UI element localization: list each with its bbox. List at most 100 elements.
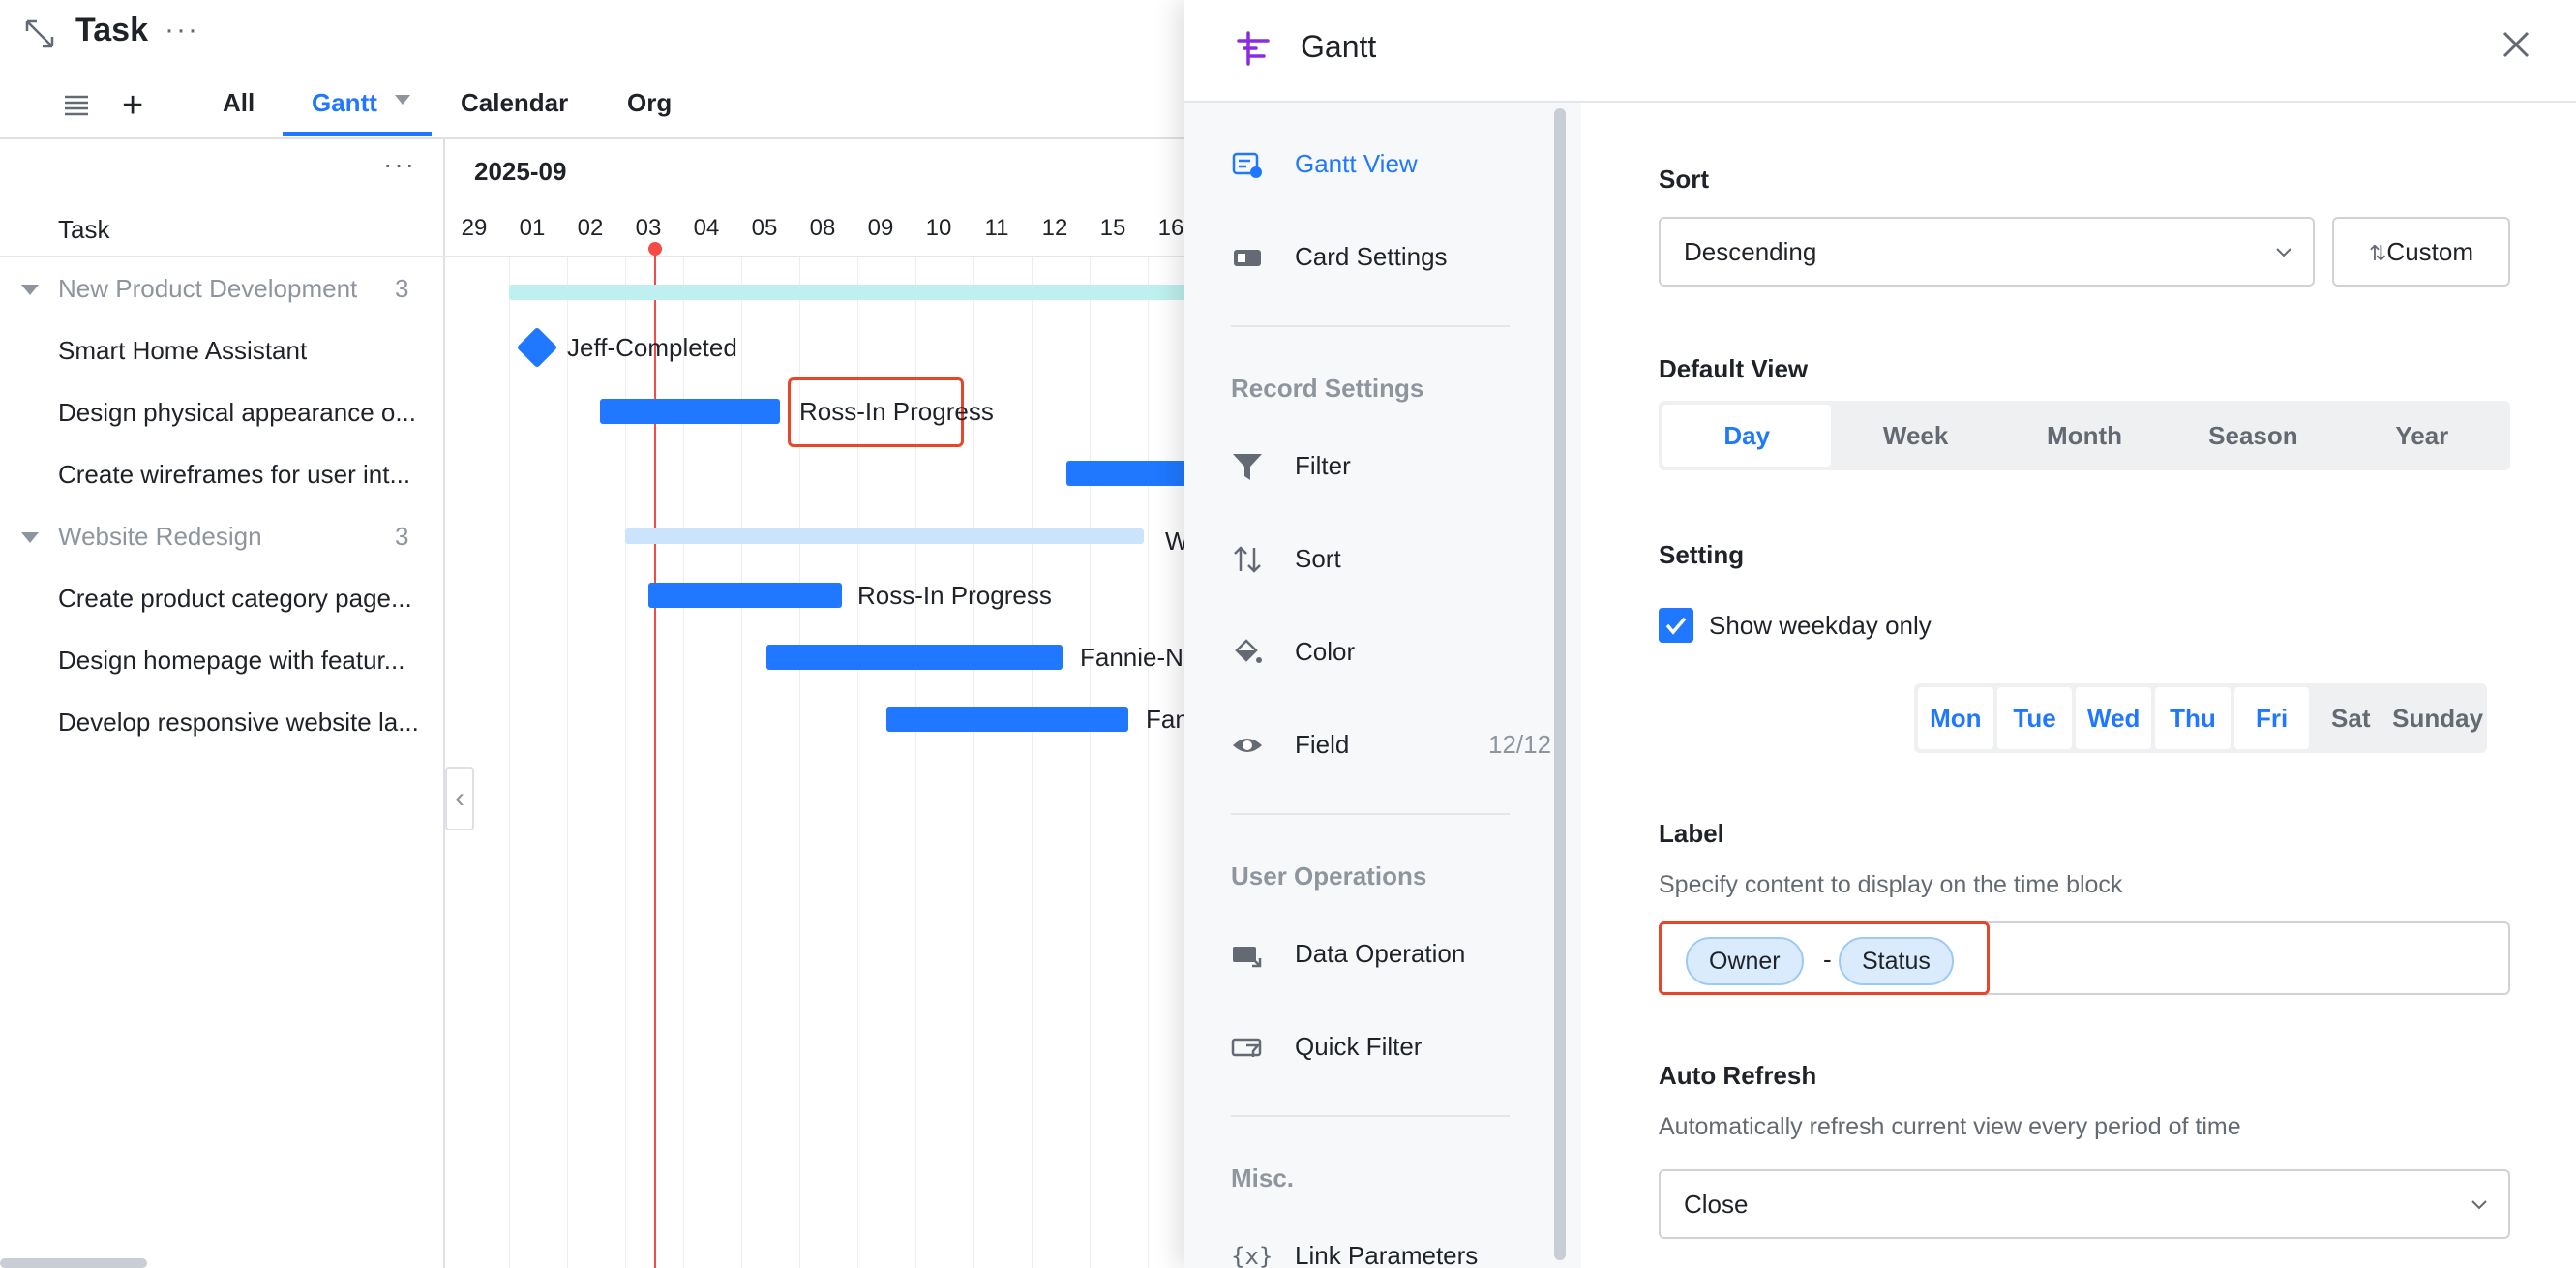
tab-all[interactable]: All bbox=[223, 85, 255, 139]
group-row[interactable]: Website Redesign 3 bbox=[0, 505, 445, 567]
day-header: 10 bbox=[925, 215, 952, 241]
nav-label: Filter bbox=[1295, 451, 1351, 480]
task-row[interactable]: Smart Home Assistant bbox=[0, 319, 445, 381]
group-bar-new-product[interactable] bbox=[509, 285, 1184, 300]
task-row[interactable]: Create wireframes for user int... bbox=[0, 443, 445, 505]
list-menu-icon[interactable] bbox=[60, 89, 93, 122]
row-label: Design physical appearance o... bbox=[58, 398, 417, 427]
tab-org[interactable]: Org bbox=[627, 85, 672, 139]
gantt-month: 2025-09 bbox=[474, 157, 567, 186]
view-option-season[interactable]: Season bbox=[2169, 405, 2337, 467]
day-fri[interactable]: Fri bbox=[2233, 687, 2310, 749]
day-mon[interactable]: Mon bbox=[1918, 687, 1993, 749]
nav-section-title: Misc. bbox=[1231, 1163, 1295, 1193]
task-bar-design-physical[interactable] bbox=[600, 399, 780, 424]
expand-icon[interactable] bbox=[23, 17, 56, 50]
task-row[interactable]: Create product category page... bbox=[0, 567, 445, 629]
task-bar-category-page[interactable] bbox=[648, 583, 842, 608]
horizontal-scrollbar[interactable] bbox=[0, 1258, 147, 1268]
task-bar-wireframes[interactable] bbox=[1066, 461, 1184, 486]
milestone-smart-home[interactable] bbox=[516, 326, 558, 369]
task-row[interactable]: Develop responsive website la... bbox=[0, 691, 445, 753]
day-header: 02 bbox=[577, 215, 604, 241]
tab-gantt-dropdown-icon[interactable] bbox=[395, 95, 410, 105]
divider bbox=[1231, 325, 1510, 327]
divider bbox=[1231, 813, 1510, 815]
view-tabs: + All Gantt Calendar Org bbox=[0, 75, 1184, 139]
task-bar-homepage[interactable] bbox=[766, 645, 1063, 670]
view-option-week[interactable]: Week bbox=[1831, 405, 1999, 467]
sort-value: Descending bbox=[1684, 237, 1817, 266]
custom-sort-button[interactable]: ⇅Custom bbox=[2332, 217, 2510, 287]
nav-scrollbar[interactable] bbox=[1554, 108, 1566, 1260]
gantt-settings-panel: Gantt Gantt View Card Settings Record Se… bbox=[1184, 0, 2576, 1268]
day-thu[interactable]: Thu bbox=[2155, 687, 2231, 749]
panel-title: Gantt bbox=[1301, 29, 1377, 64]
collapse-list-button[interactable]: ‹ bbox=[445, 767, 474, 830]
task-row[interactable]: Design physical appearance o... bbox=[0, 381, 445, 443]
nav-label: Sort bbox=[1295, 544, 1341, 573]
row-label: New Product Development bbox=[58, 274, 358, 303]
tab-calendar[interactable]: Calendar bbox=[461, 85, 568, 139]
day-sat[interactable]: Sat bbox=[2313, 687, 2388, 749]
data-operation-icon bbox=[1233, 947, 1262, 968]
more-icon[interactable]: ··· bbox=[165, 14, 199, 46]
day-header: 15 bbox=[1099, 215, 1126, 241]
divider bbox=[445, 256, 1184, 257]
weekday-only-checkbox[interactable] bbox=[1659, 608, 1693, 643]
list-more-icon[interactable]: ··· bbox=[383, 149, 416, 180]
weekday-only-label: Show weekday only bbox=[1709, 611, 1932, 640]
setting-title: Setting bbox=[1659, 540, 1745, 569]
nav-label: Color bbox=[1295, 637, 1356, 666]
auto-refresh-value: Close bbox=[1684, 1190, 1749, 1219]
sort-select[interactable]: Descending bbox=[1659, 217, 2315, 287]
filter-icon bbox=[1233, 454, 1262, 480]
day-header: 29 bbox=[461, 215, 488, 241]
day-sunday[interactable]: Sunday bbox=[2392, 687, 2483, 749]
gridline bbox=[1148, 257, 1149, 1268]
paint-bucket-icon bbox=[1235, 639, 1262, 663]
auto-refresh-select[interactable]: Close bbox=[1659, 1169, 2510, 1239]
collapse-caret-icon[interactable] bbox=[21, 285, 39, 295]
nav-section-title: Record Settings bbox=[1231, 374, 1424, 403]
label-title: Label bbox=[1659, 819, 1724, 848]
chevron-down-icon bbox=[2276, 248, 2291, 257]
view-option-day[interactable]: Day bbox=[1662, 405, 1832, 467]
day-wed[interactable]: Wed bbox=[2076, 687, 2152, 749]
task-row[interactable]: Design homepage with featur... bbox=[0, 629, 445, 691]
nav-section-title: User Operations bbox=[1231, 861, 1427, 891]
bar-label: Jeff-Completed bbox=[567, 333, 737, 362]
label-description: Specify content to display on the time b… bbox=[1659, 871, 2123, 898]
day-tue[interactable]: Tue bbox=[1996, 687, 2073, 749]
sort-title: Sort bbox=[1659, 165, 1709, 194]
today-marker bbox=[648, 242, 662, 256]
add-view-icon[interactable]: + bbox=[122, 87, 143, 124]
group-row[interactable]: New Product Development 3 bbox=[0, 257, 445, 319]
row-label: Website Redesign bbox=[58, 522, 262, 551]
collapse-caret-icon[interactable] bbox=[21, 532, 39, 543]
bar-label: Ross-In Progress bbox=[857, 581, 1052, 610]
auto-refresh-description: Automatically refresh current view every… bbox=[1659, 1113, 2241, 1140]
day-header: 11 bbox=[984, 215, 1009, 241]
custom-label: Custom bbox=[2386, 237, 2473, 266]
day-header: 05 bbox=[751, 215, 778, 241]
panel-header: Gantt bbox=[1184, 0, 2576, 103]
divider bbox=[1231, 1115, 1510, 1117]
bar-label: Fannie-N bbox=[1080, 643, 1183, 672]
gridline bbox=[509, 257, 510, 1268]
page-title: Task bbox=[75, 12, 148, 48]
day-header: 08 bbox=[809, 215, 836, 241]
view-option-year[interactable]: Year bbox=[2338, 405, 2506, 467]
close-icon[interactable] bbox=[2497, 25, 2535, 64]
gridline bbox=[1032, 257, 1033, 1268]
gantt-view-icon bbox=[1232, 152, 1262, 178]
group-bar-website-redesign[interactable] bbox=[625, 528, 1144, 544]
view-option-month[interactable]: Month bbox=[2000, 405, 2169, 467]
default-view-segmented: Day Week Month Season Year bbox=[1659, 401, 2510, 470]
task-bar-responsive[interactable] bbox=[886, 707, 1128, 732]
row-label: Smart Home Assistant bbox=[58, 336, 308, 365]
nav-label: Link Parameters bbox=[1295, 1241, 1479, 1268]
day-header: 03 bbox=[635, 215, 662, 241]
title-bar: Task ··· bbox=[0, 0, 1184, 68]
panel-content: Sort Descending ⇅Custom Default View Day… bbox=[1581, 103, 2576, 1268]
